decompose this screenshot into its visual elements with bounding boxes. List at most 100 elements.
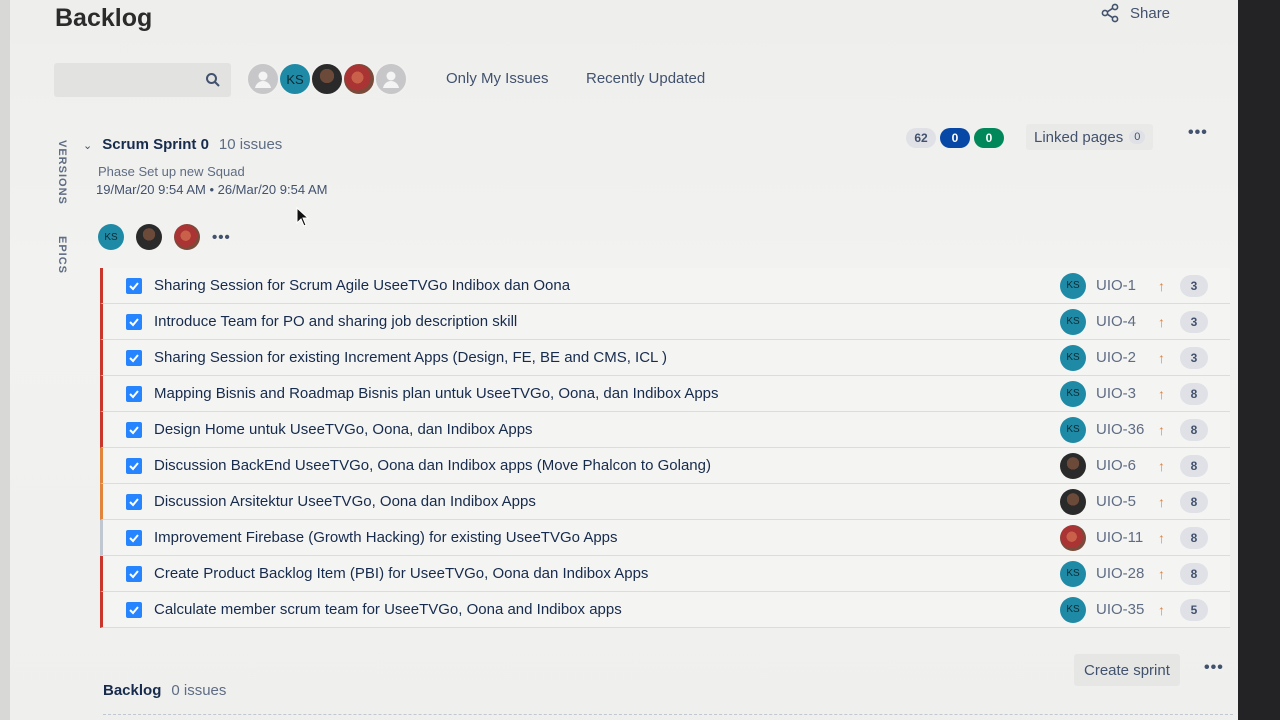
issue-key[interactable]: UIO-35 <box>1096 601 1148 618</box>
linked-pages-count: 0 <box>1129 130 1146 144</box>
sprint-issue-count: 10 issues <box>218 136 283 153</box>
avatar[interactable] <box>1060 488 1086 515</box>
avatar[interactable]: KS <box>1060 596 1086 623</box>
issue-meta: UIO-6 ↑ 8 <box>1060 452 1208 479</box>
issue-summary[interactable]: Mapping Bisnis and Roadmap Bisnis plan u… <box>154 385 719 402</box>
issue-key[interactable]: UIO-3 <box>1096 385 1148 402</box>
backlog-more-button[interactable]: ••• <box>1204 659 1224 677</box>
issue-meta: KS UIO-36 ↑ 8 <box>1060 416 1208 443</box>
epics-tab[interactable]: EPICS <box>56 236 68 274</box>
issue-summary[interactable]: Design Home untuk UseeTVGo, Oona, dan In… <box>154 421 533 438</box>
story-type-icon <box>126 349 142 366</box>
share-button[interactable]: Share <box>1100 3 1170 23</box>
issue-meta: KS UIO-35 ↑ 5 <box>1060 596 1208 623</box>
sprint-header: ⌄ Scrum Sprint 0 10 issues <box>83 136 282 153</box>
avatar[interactable]: KS <box>1060 308 1086 335</box>
issue-summary[interactable]: Create Product Backlog Item (PBI) for Us… <box>154 565 648 582</box>
issue-meta: KS UIO-2 ↑ 3 <box>1060 344 1208 371</box>
search-icon <box>206 73 220 87</box>
priority-high-arrow-icon: ↑ <box>1158 313 1165 330</box>
todo-badge: 62 <box>906 128 936 148</box>
issue-row[interactable]: Sharing Session for existing Increment A… <box>100 340 1230 376</box>
issue-meta: KS UIO-1 ↑ 3 <box>1060 272 1208 299</box>
issue-summary[interactable]: Calculate member scrum team for UseeTVGo… <box>154 601 622 618</box>
priority-high-arrow-icon: ↑ <box>1158 277 1165 294</box>
issue-summary[interactable]: Improvement Firebase (Growth Hacking) fo… <box>154 529 618 546</box>
issue-row[interactable]: Discussion BackEnd UseeTVGo, Oona dan In… <box>100 448 1230 484</box>
issue-key[interactable]: UIO-2 <box>1096 349 1148 366</box>
issue-key[interactable]: UIO-28 <box>1096 565 1148 582</box>
recently-updated-filter[interactable]: Recently Updated <box>586 70 705 87</box>
issue-row[interactable]: Introduce Team for PO and sharing job de… <box>100 304 1230 340</box>
issue-row[interactable]: Discussion Arsitektur UseeTVGo, Oona dan… <box>100 484 1230 520</box>
story-points-badge: 5 <box>1180 598 1208 621</box>
issue-key[interactable]: UIO-11 <box>1096 529 1148 546</box>
issue-meta: UIO-5 ↑ 8 <box>1060 488 1208 515</box>
avatar[interactable]: KS <box>98 224 124 250</box>
only-my-issues-filter[interactable]: Only My Issues <box>446 70 549 87</box>
backlog-header: Backlog 0 issues <box>103 682 226 699</box>
issue-summary[interactable]: Introduce Team for PO and sharing job de… <box>154 313 517 330</box>
in-progress-badge: 0 <box>940 128 970 148</box>
chevron-down-icon[interactable]: ⌄ <box>83 139 92 152</box>
avatar-filter-more-users[interactable] <box>374 62 408 96</box>
issue-summary[interactable]: Sharing Session for existing Increment A… <box>154 349 667 366</box>
sprint-dates: 19/Mar/20 9:54 AM • 26/Mar/20 9:54 AM <box>96 182 328 197</box>
issue-row[interactable]: Mapping Bisnis and Roadmap Bisnis plan u… <box>100 376 1230 412</box>
avatar[interactable]: KS <box>1060 416 1086 443</box>
priority-high-arrow-icon: ↑ <box>1158 349 1165 366</box>
issue-row[interactable]: Sharing Session for Scrum Agile UseeTVGo… <box>100 268 1230 304</box>
issue-summary[interactable]: Discussion BackEnd UseeTVGo, Oona dan In… <box>154 457 711 474</box>
story-type-icon <box>126 565 142 582</box>
avatar[interactable]: KS <box>1060 380 1086 407</box>
page-title: Backlog <box>55 4 153 32</box>
backlog-drop-zone[interactable] <box>103 714 1233 715</box>
avatar-filter-unassigned[interactable] <box>246 62 280 96</box>
story-points-badge: 3 <box>1180 310 1208 333</box>
priority-high-arrow-icon: ↑ <box>1158 565 1165 582</box>
more-assignees-button[interactable]: ••• <box>212 229 231 246</box>
story-type-icon <box>126 277 142 294</box>
jira-backlog-screen: Backlog Share KS Only My Issues Recently… <box>10 0 1238 720</box>
avatar[interactable] <box>1060 524 1086 551</box>
priority-high-arrow-icon: ↑ <box>1158 529 1165 546</box>
avatar-filter-user-photo[interactable] <box>310 62 344 96</box>
avatar-filter-ks[interactable]: KS <box>278 62 312 96</box>
story-points-badge: 8 <box>1180 562 1208 585</box>
issue-row[interactable]: Calculate member scrum team for UseeTVGo… <box>100 592 1230 628</box>
story-type-icon <box>126 313 142 330</box>
issue-row[interactable]: Improvement Firebase (Growth Hacking) fo… <box>100 520 1230 556</box>
priority-high-arrow-icon: ↑ <box>1158 601 1165 618</box>
avatar[interactable]: KS <box>1060 560 1086 587</box>
story-points-badge: 8 <box>1180 418 1208 441</box>
linked-pages-button[interactable]: Linked pages 0 <box>1026 124 1154 150</box>
story-points-badge: 8 <box>1180 490 1208 513</box>
issue-summary[interactable]: Sharing Session for Scrum Agile UseeTVGo… <box>154 277 570 294</box>
story-type-icon <box>126 601 142 618</box>
avatar[interactable] <box>136 224 162 250</box>
avatar-filter-user-photo[interactable] <box>342 62 376 96</box>
issue-row[interactable]: Create Product Backlog Item (PBI) for Us… <box>100 556 1230 592</box>
issue-key[interactable]: UIO-36 <box>1096 421 1148 438</box>
versions-tab[interactable]: VERSIONS <box>56 140 68 205</box>
avatar[interactable]: KS <box>1060 272 1086 299</box>
issue-key[interactable]: UIO-6 <box>1096 457 1148 474</box>
avatar[interactable] <box>174 224 200 250</box>
avatar[interactable] <box>1060 452 1086 479</box>
sprint-more-button[interactable]: ••• <box>1188 124 1208 142</box>
issue-key[interactable]: UIO-4 <box>1096 313 1148 330</box>
create-sprint-button[interactable]: Create sprint <box>1074 654 1180 686</box>
issue-key[interactable]: UIO-5 <box>1096 493 1148 510</box>
sprint-name: Scrum Sprint 0 <box>102 136 209 153</box>
issue-meta: KS UIO-4 ↑ 3 <box>1060 308 1208 335</box>
sprint-status-badges: 62 0 0 <box>906 128 1004 148</box>
avatar[interactable]: KS <box>1060 344 1086 371</box>
issue-summary[interactable]: Discussion Arsitektur UseeTVGo, Oona dan… <box>154 493 536 510</box>
sprint-goal: Phase Set up new Squad <box>98 164 245 179</box>
story-points-badge: 8 <box>1180 526 1208 549</box>
issue-row[interactable]: Design Home untuk UseeTVGo, Oona, dan In… <box>100 412 1230 448</box>
issue-key[interactable]: UIO-1 <box>1096 277 1148 294</box>
mouse-cursor-icon <box>296 207 310 227</box>
done-badge: 0 <box>974 128 1004 148</box>
search-input[interactable] <box>54 63 231 97</box>
